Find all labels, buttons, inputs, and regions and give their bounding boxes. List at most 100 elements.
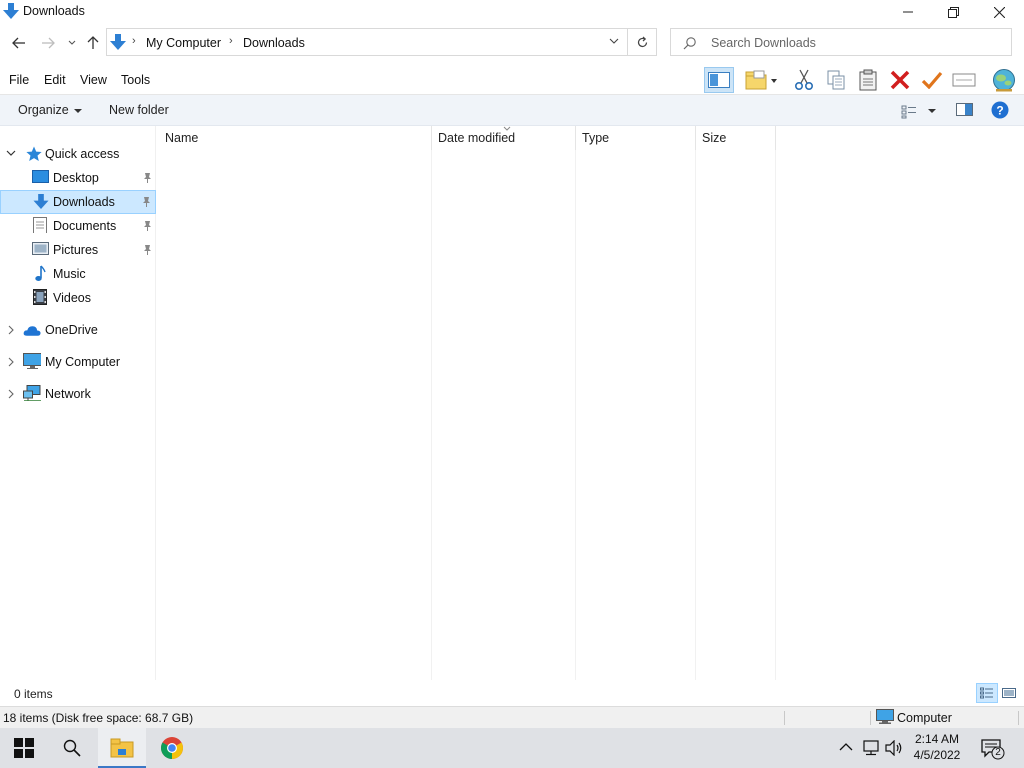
globe-icon[interactable] — [988, 67, 1020, 93]
details-view-icon — [901, 105, 936, 119]
downloads-icon — [3, 3, 19, 19]
nav-documents[interactable]: Documents — [0, 214, 156, 238]
column-label: Size — [702, 131, 727, 145]
copy-icon[interactable] — [822, 67, 850, 93]
volume-icon[interactable] — [885, 740, 903, 756]
column-divider — [575, 150, 576, 680]
preview-pane-toggle[interactable] — [956, 103, 974, 119]
zone-label: Computer — [897, 711, 952, 725]
file-list[interactable]: Name Date modified Type Size — [157, 126, 1024, 680]
recent-locations-button[interactable] — [62, 33, 82, 53]
windows-logo-icon — [14, 738, 34, 758]
nav-videos[interactable]: Videos — [0, 286, 156, 310]
menu-file[interactable]: File — [9, 73, 29, 87]
refresh-button[interactable] — [628, 28, 657, 56]
file-explorer-taskbar-button[interactable] — [98, 728, 146, 768]
nav-label: Videos — [53, 291, 91, 305]
column-header-type[interactable]: Type — [576, 126, 696, 150]
back-button[interactable] — [9, 33, 29, 53]
address-dropdown-icon[interactable] — [609, 38, 619, 45]
command-bar: Organize New folder ? — [0, 95, 1024, 126]
pin-icon[interactable] — [142, 220, 152, 231]
start-button[interactable] — [0, 728, 48, 768]
search-button[interactable] — [48, 728, 96, 768]
search-icon — [63, 739, 81, 757]
music-icon — [35, 265, 46, 281]
title-bar: Downloads — [0, 0, 1024, 24]
pin-icon[interactable] — [142, 172, 152, 183]
details-view-button[interactable] — [976, 683, 998, 703]
chevron-up-icon[interactable] — [839, 742, 853, 752]
rename-icon[interactable] — [950, 67, 978, 93]
chrome-taskbar-button[interactable] — [148, 728, 196, 768]
column-header-date-modified[interactable]: Date modified — [432, 126, 576, 150]
action-center-button[interactable]: 2 — [980, 738, 1006, 760]
nav-desktop[interactable]: Desktop — [0, 166, 156, 190]
column-header-name[interactable]: Name — [157, 126, 432, 150]
downloads-icon — [110, 34, 126, 50]
nav-quick-access[interactable]: Quick access — [0, 142, 156, 166]
close-button[interactable] — [976, 0, 1022, 24]
help-button[interactable]: ? — [991, 101, 1009, 119]
minimize-button[interactable] — [885, 0, 931, 24]
column-label: Name — [165, 131, 199, 145]
clock-time: 2:14 AM — [914, 732, 960, 746]
pin-icon[interactable] — [141, 196, 151, 207]
menu-tools[interactable]: Tools — [121, 73, 150, 87]
forward-button[interactable] — [38, 33, 58, 53]
computer-icon — [876, 709, 894, 724]
restore-button[interactable] — [930, 0, 976, 24]
restore-icon — [947, 6, 959, 18]
pin-icon[interactable] — [142, 244, 152, 255]
forward-arrow-icon — [42, 37, 55, 49]
taskbar: 2:14 AM 4/5/2022 2 — [0, 728, 1024, 768]
menu-view[interactable]: View — [80, 73, 107, 87]
delete-icon[interactable] — [886, 67, 914, 93]
nav-onedrive[interactable]: OneDrive — [0, 318, 156, 342]
nav-label: Network — [45, 387, 91, 401]
organize-button[interactable]: Organize — [18, 103, 82, 117]
new-folder-icon[interactable] — [742, 67, 780, 93]
checkmark-icon[interactable] — [918, 67, 946, 93]
notification-icon — [981, 739, 1005, 760]
network-icon[interactable] — [862, 740, 880, 756]
refresh-icon — [637, 36, 647, 47]
new-folder-button[interactable]: New folder — [109, 103, 169, 117]
item-count: 0 items — [14, 687, 53, 701]
nav-music[interactable]: Music — [0, 262, 156, 286]
chevron-right-icon[interactable] — [8, 357, 16, 367]
cut-icon[interactable] — [790, 67, 818, 93]
back-arrow-icon — [12, 37, 25, 49]
nav-pictures[interactable]: Pictures — [0, 238, 156, 262]
paste-icon[interactable] — [854, 67, 882, 93]
breadcrumb-my-computer[interactable]: My Computer — [146, 36, 221, 50]
status-separator — [1018, 711, 1019, 725]
column-header-size[interactable]: Size — [696, 126, 776, 150]
change-view-button[interactable] — [900, 103, 940, 119]
menu-edit[interactable]: Edit — [44, 73, 66, 87]
nav-network[interactable]: Network — [0, 382, 156, 406]
chevron-right-icon[interactable] — [8, 389, 16, 399]
clock[interactable]: 2:14 AM 4/5/2022 — [904, 731, 970, 763]
chevron-right-icon[interactable] — [8, 325, 16, 335]
column-divider — [695, 150, 696, 680]
disk-info: 18 items (Disk free space: 68.7 GB) — [3, 711, 194, 725]
breadcrumb-downloads[interactable]: Downloads — [243, 36, 305, 50]
nav-my-computer[interactable]: My Computer — [0, 350, 156, 374]
nav-label: Pictures — [53, 243, 99, 257]
up-button[interactable] — [83, 33, 103, 53]
column-label: Date modified — [438, 131, 516, 145]
nav-label: Downloads — [53, 195, 115, 209]
search-input[interactable] — [711, 34, 1001, 52]
column-divider — [431, 150, 432, 680]
star-icon — [26, 146, 42, 161]
videos-icon — [33, 289, 47, 305]
large-icons-view-button[interactable] — [998, 683, 1020, 703]
chevron-right-icon: › — [132, 35, 136, 47]
search-box[interactable] — [670, 28, 1012, 56]
address-bar[interactable]: › My Computer › Downloads — [106, 28, 628, 56]
nav-downloads[interactable]: Downloads — [0, 190, 156, 214]
status-bar: 18 items (Disk free space: 68.7 GB) Comp… — [0, 706, 1024, 728]
preview-pane-icon[interactable] — [704, 67, 734, 93]
chevron-down-icon[interactable] — [6, 150, 16, 158]
